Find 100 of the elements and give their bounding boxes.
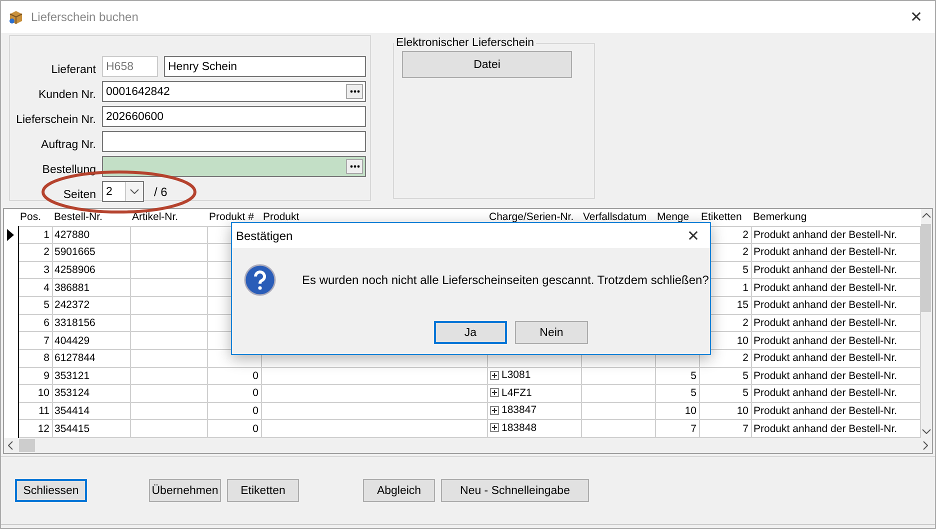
file-button[interactable]: Datei <box>402 51 572 78</box>
column-header[interactable]: Menge <box>655 209 699 226</box>
table-cell: Produkt anhand der Bestell-Nr. <box>751 367 920 385</box>
column-header[interactable]: Charge/Serien-Nr. <box>487 209 581 226</box>
table-cell: Produkt anhand der Bestell-Nr. <box>751 278 920 296</box>
table-cell: 8 <box>18 349 52 367</box>
field-label: Auftrag Nr. <box>40 138 97 152</box>
lookup-field[interactable]: 0001642842 <box>102 81 366 102</box>
expand-icon[interactable] <box>490 370 498 380</box>
table-cell: 404429 <box>52 332 130 350</box>
table-cell: 7 <box>18 332 52 350</box>
table-cell: 0 <box>207 384 261 402</box>
chevron-left-icon[interactable] <box>8 441 13 450</box>
table-cell: 9 <box>18 367 52 385</box>
table-cell: 10 <box>655 402 699 420</box>
input-field[interactable] <box>102 131 366 152</box>
action-button[interactable]: Etiketten <box>227 479 299 502</box>
table-cell: Produkt anhand der Bestell-Nr. <box>751 349 920 367</box>
table-cell: Produkt anhand der Bestell-Nr. <box>751 314 920 332</box>
table-cell: 5901665 <box>52 244 130 262</box>
table-cell: 183847 <box>487 402 581 420</box>
expand-icon[interactable] <box>490 423 498 432</box>
table-cell: 2 <box>18 244 52 262</box>
action-button[interactable]: Neu - Schnelleingabe <box>441 479 589 502</box>
dialog-button[interactable]: Ja <box>434 321 507 344</box>
supplier-code-field[interactable]: H658 <box>102 56 158 77</box>
table-cell: Produkt anhand der Bestell-Nr. <box>751 384 920 402</box>
box-icon <box>9 10 23 24</box>
table-cell: 11 <box>18 402 52 420</box>
column-header[interactable]: Etiketten <box>699 209 751 226</box>
column-header[interactable]: Produkt <box>261 209 487 226</box>
table-cell: 0 <box>207 367 261 385</box>
column-header[interactable]: Produkt # <box>207 209 261 226</box>
group-title: Elektronischer Lieferschein <box>395 37 536 49</box>
table-cell: 5 <box>655 367 699 385</box>
horizontal-scrollbar[interactable] <box>4 438 932 453</box>
table-cell: Produkt anhand der Bestell-Nr. <box>751 402 920 420</box>
ellipsis-icon <box>350 165 360 168</box>
table-cell: Produkt anhand der Bestell-Nr. <box>751 226 920 244</box>
table-cell: Produkt anhand der Bestell-Nr. <box>751 261 920 279</box>
expand-icon[interactable] <box>490 388 498 398</box>
table-cell: Produkt anhand der Bestell-Nr. <box>751 244 920 262</box>
table-cell: 10 <box>18 384 52 402</box>
table-cell: L3081 <box>487 367 581 385</box>
table-cell: 5 <box>655 384 699 402</box>
table-cell: 6 <box>18 314 52 332</box>
ellipsis-button[interactable] <box>346 84 363 99</box>
ellipsis-icon <box>350 90 360 93</box>
table-cell: Produkt anhand der Bestell-Nr. <box>751 296 920 314</box>
table-cell: 4 <box>18 278 52 296</box>
column-header[interactable]: Bestell-Nr. <box>52 209 130 226</box>
dialog-button[interactable]: Nein <box>515 321 588 344</box>
expand-icon[interactable] <box>490 406 498 415</box>
question-icon <box>244 264 276 296</box>
table-cell: 4258906 <box>52 261 130 279</box>
table-cell: 354414 <box>52 402 130 420</box>
dialog-title: Bestätigen <box>236 228 294 242</box>
table-cell: 5 <box>699 367 751 385</box>
field-label: Lieferant <box>50 63 97 77</box>
table-cell: 242372 <box>52 296 130 314</box>
field-label: Kunden Nr. <box>37 88 97 102</box>
ellipsis-button[interactable] <box>346 159 363 174</box>
input-field[interactable]: 202660600 <box>102 106 366 127</box>
field-label: Lieferschein Nr. <box>15 113 97 127</box>
table-cell: L4FZ1 <box>487 384 581 402</box>
page-dropdown[interactable]: 2 <box>102 181 144 202</box>
scrollbar-thumb[interactable] <box>19 439 35 452</box>
table-cell: 1 <box>18 226 52 244</box>
chevron-up-icon[interactable] <box>922 213 931 218</box>
table-cell: 353124 <box>52 384 130 402</box>
chevron-down-icon[interactable] <box>922 429 931 434</box>
chevron-right-icon[interactable] <box>923 441 928 450</box>
column-header[interactable]: Artikel-Nr. <box>130 209 207 226</box>
table-cell: 6127844 <box>52 349 130 367</box>
vertical-scrollbar[interactable] <box>920 209 932 438</box>
action-button[interactable]: Übernehmen <box>149 479 221 502</box>
table-cell: 427880 <box>52 226 130 244</box>
action-button[interactable]: Abgleich <box>363 479 435 502</box>
table-cell: 0 <box>207 402 261 420</box>
table-cell: 386881 <box>52 278 130 296</box>
column-header[interactable]: Pos. <box>18 209 52 226</box>
table-cell: 3 <box>18 261 52 279</box>
scrollbar-thumb[interactable] <box>921 224 932 312</box>
column-header[interactable]: Verfallsdatum <box>581 209 655 226</box>
lookup-field[interactable] <box>102 156 366 177</box>
table-cell: 5 <box>18 296 52 314</box>
table-cell: 3318156 <box>52 314 130 332</box>
table-cell: 353121 <box>52 367 130 385</box>
window-title: Lieferschein buchen <box>31 10 140 24</box>
action-button[interactable]: Schliessen <box>15 479 87 502</box>
supplier-name-field[interactable]: Henry Schein <box>164 56 366 77</box>
close-button[interactable]: ✕ <box>906 8 927 26</box>
table-cell: 5 <box>699 384 751 402</box>
field-label: Bestellung <box>41 163 97 177</box>
table-cell: 10 <box>699 402 751 420</box>
field-label: Seiten <box>62 188 97 202</box>
chevron-down-icon <box>130 189 139 194</box>
table-cell: Produkt anhand der Bestell-Nr. <box>751 332 920 350</box>
column-header[interactable]: Bemerkung <box>751 209 920 226</box>
page-total: / 6 <box>154 184 168 198</box>
